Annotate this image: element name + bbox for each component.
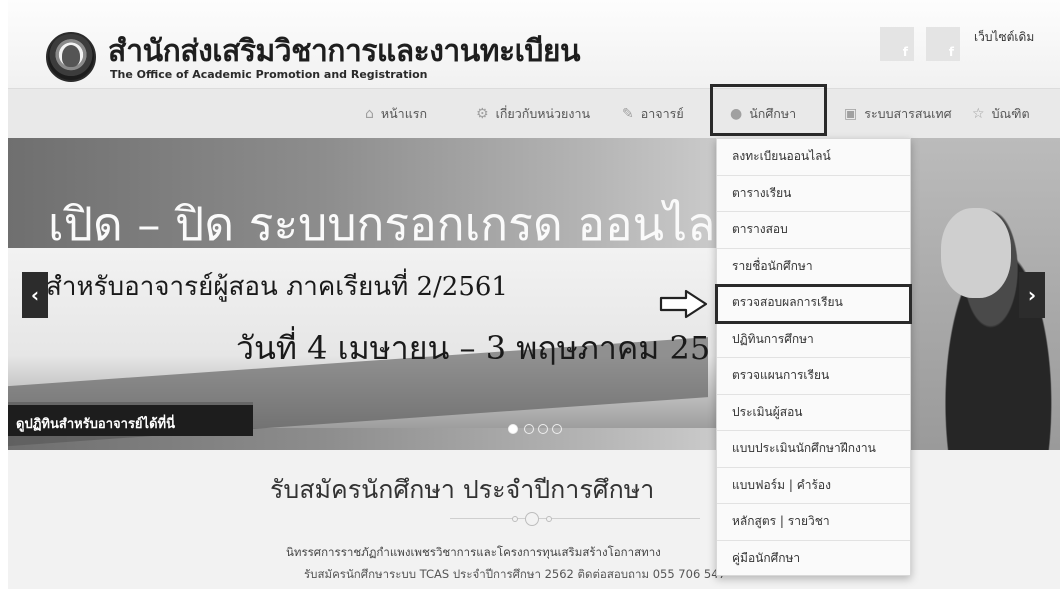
menu-item-academic-calendar[interactable]: ปฏิทินการศึกษา [717,322,910,358]
menu-item-student-list[interactable]: รายชื่อนักศึกษา [717,249,910,285]
section-divider [450,510,700,526]
nav-item-home[interactable]: ⌂ หน้าแรก [365,89,427,139]
cogs-icon: ⚙ [476,106,489,122]
slider-next-arrow-icon[interactable]: › [1019,272,1045,318]
menu-item-exam-schedule[interactable]: ตารางสอบ [717,212,910,249]
slider-prev-arrow-icon[interactable]: ‹ [22,272,48,318]
slider-dot[interactable] [538,424,548,434]
nav-item-about[interactable]: ⚙ เกี่ยวกับหน่วยงาน [476,89,590,139]
students-dropdown-menu: ลงทะเบียนออนไลน์ ตารางเรียน ตารางสอบ ราย… [716,138,911,576]
menu-item-internship-evaluation[interactable]: แบบประเมินนักศึกษาฝึกงาน [717,431,910,468]
section-text: นิทรรศการราชภัฏกำแพงเพชรวิชาการและโครงกา… [286,545,661,559]
nav-item-label: ระบบสารสนเทศ [864,106,952,121]
menu-highlight-box [715,284,912,324]
menu-item-class-schedule[interactable]: ตารางเรียน [717,176,910,212]
main-nav: ⌂ หน้าแรก ⚙ เกี่ยวกับหน่วยงาน ✎ อาจารย์ … [8,88,1060,138]
divider-ornament [512,516,518,522]
nav-item-label: หน้าแรก [380,106,428,121]
facebook-icon[interactable]: f [926,27,960,61]
facebook-icon[interactable]: f [880,27,914,61]
edit-icon: ✎ [622,106,634,122]
nav-item-label: อาจารย์ [640,106,684,121]
slide-calendar-link[interactable]: ดูปฏิทินสำหรับอาจารย์ได้ที่นี่ [8,402,253,436]
site-subtitle: The Office of Academic Promotion and Reg… [110,68,428,81]
logo-emblem-icon [62,45,80,67]
slider-dot[interactable] [524,424,534,434]
nav-item-label: บัณฑิต [991,106,1030,121]
slide-headline: เปิด – ปิด ระบบกรอกเกรด ออนไลน์ [48,197,747,251]
slider-dot-active[interactable] [508,424,518,434]
page: สำนักส่งเสริมวิชาการและงานทะเบียน The Of… [0,0,1060,589]
pointer-arrow-icon [659,289,708,319]
section-text: รับสมัครนักศึกษาระบบ TCAS ประจำปีการศึกษ… [304,567,726,581]
slide-dates: วันที่ 4 เมษายน – 3 พฤษภาคม 25 [236,329,711,367]
slide-subheadline: สำหรับอาจารย์ผู้สอน ภาคเรียนที่ 2/2561 [46,272,508,302]
menu-item-online-registration[interactable]: ลงทะเบียนออนไลน์ [717,139,910,176]
nav-item-information-systems[interactable]: ▣ ระบบสารสนเทศ [844,89,952,139]
section-heading: รับสมัครนักศึกษา ประจำปีการศึกษา [270,475,655,504]
nav-item-graduates[interactable]: ☆ บัณฑิต [972,89,1030,139]
nav-item-label: เกี่ยวกับหน่วยงาน [495,106,591,121]
save-icon: ▣ [844,106,858,122]
nav-item-teachers[interactable]: ✎ อาจารย์ [622,89,684,139]
divider-ornament [525,512,539,526]
home-icon: ⌂ [365,106,374,122]
menu-item-instructor-evaluation[interactable]: ประเมินผู้สอน [717,395,910,431]
slide-photo-face [941,208,1011,298]
site-header: สำนักส่งเสริมวิชาการและงานทะเบียน The Of… [8,0,1060,88]
menu-item-curriculum[interactable]: หลักสูตร | รายวิชา [717,504,910,541]
menu-item-student-handbook[interactable]: คู่มือนักศึกษา [717,541,910,578]
menu-item-forms[interactable]: แบบฟอร์ม | คำร้อง [717,468,910,504]
divider-ornament [546,516,552,522]
slider-dot[interactable] [552,424,562,434]
nav-highlight-box [710,84,827,136]
menu-item-study-plan-check[interactable]: ตรวจแผนการเรียน [717,358,910,395]
star-icon: ☆ [972,106,985,122]
university-logo[interactable] [46,32,96,82]
old-website-link[interactable]: เว็บไซต์เดิม [974,28,1034,47]
